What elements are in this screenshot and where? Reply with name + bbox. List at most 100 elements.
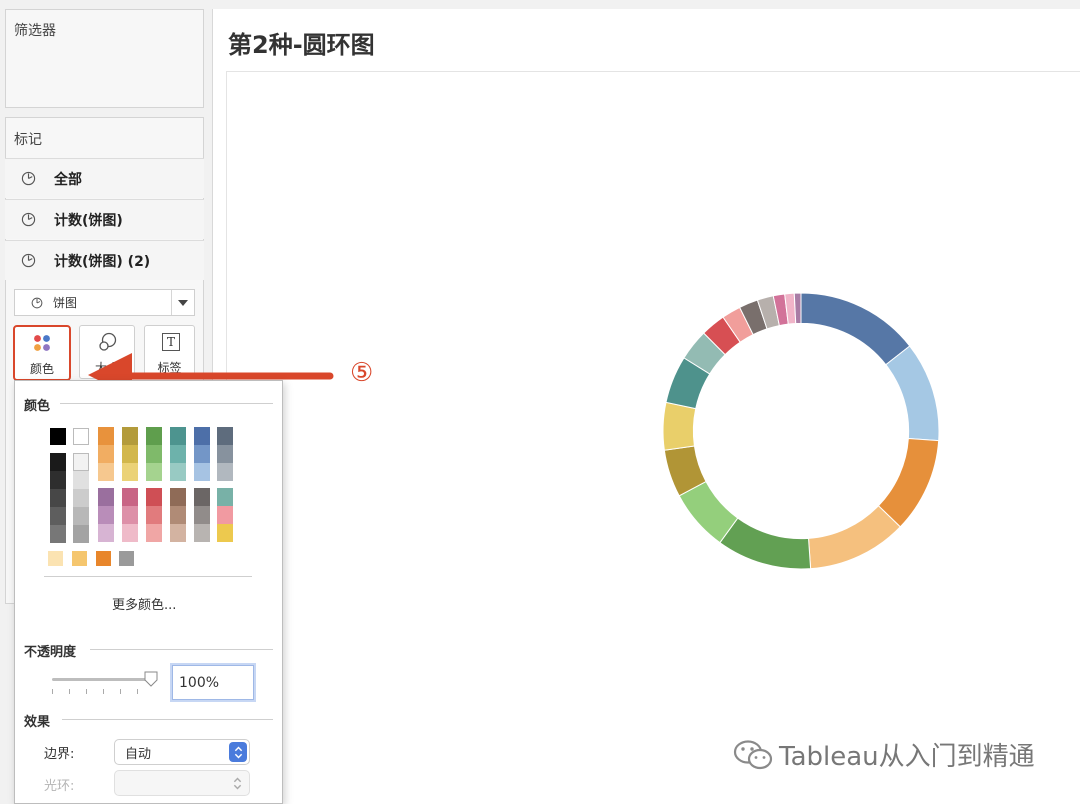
- wechat-logo-icon: [733, 739, 773, 769]
- color-swatch-grey[interactable]: [50, 453, 66, 471]
- step-number: ⑤: [350, 358, 374, 388]
- color-swatch[interactable]: [194, 524, 210, 542]
- divider: [90, 649, 273, 650]
- color-swatch[interactable]: [194, 427, 210, 445]
- color-swatch[interactable]: [194, 506, 210, 524]
- mark-type-dropdown[interactable]: 饼图: [14, 289, 195, 316]
- color-swatch[interactable]: [48, 551, 63, 566]
- color-swatch[interactable]: [98, 463, 114, 481]
- more-colors-button[interactable]: 更多颜色...: [112, 594, 176, 613]
- filters-shelf[interactable]: 筛选器: [5, 9, 204, 108]
- color-swatch[interactable]: [98, 488, 114, 506]
- select-stepper-icon: [229, 742, 247, 762]
- border-select[interactable]: 自动: [114, 739, 250, 765]
- color-swatch[interactable]: [122, 488, 138, 506]
- donut-slice-5[interactable]: [719, 517, 812, 570]
- donut-chart: [662, 292, 940, 570]
- color-swatch[interactable]: [194, 463, 210, 481]
- chart-area: [226, 71, 1080, 804]
- donut-slice-4[interactable]: [807, 505, 901, 570]
- color-swatch[interactable]: [170, 445, 186, 463]
- color-swatch-white[interactable]: [73, 428, 89, 445]
- color-section-label: 颜色: [24, 395, 57, 414]
- divider: [62, 719, 273, 720]
- color-swatch[interactable]: [146, 524, 162, 542]
- color-swatch-grey[interactable]: [50, 525, 66, 543]
- color-dots-icon: [34, 335, 50, 351]
- color-swatch-grey[interactable]: [73, 507, 89, 525]
- donut-slice-17[interactable]: [793, 292, 802, 325]
- color-swatch-grey[interactable]: [50, 489, 66, 507]
- marks-row-count-pie[interactable]: 计数(饼图): [5, 199, 204, 239]
- border-select-value: 自动: [125, 746, 152, 762]
- color-swatch[interactable]: [170, 427, 186, 445]
- effects-section-label: 效果: [24, 711, 57, 730]
- color-swatch[interactable]: [122, 427, 138, 445]
- color-swatch[interactable]: [170, 463, 186, 481]
- halo-select: [114, 770, 250, 796]
- chevron-down-icon[interactable]: [171, 290, 194, 315]
- color-swatch[interactable]: [217, 488, 233, 506]
- donut-slice-3[interactable]: [877, 437, 940, 528]
- opacity-slider[interactable]: [52, 670, 160, 696]
- color-swatch-grey[interactable]: [73, 489, 89, 507]
- color-swatch[interactable]: [217, 427, 233, 445]
- color-swatch[interactable]: [72, 551, 87, 566]
- color-swatch[interactable]: [122, 445, 138, 463]
- opacity-input[interactable]: 100%: [172, 665, 254, 700]
- color-swatch[interactable]: [98, 445, 114, 463]
- border-label: 边界:: [44, 747, 75, 762]
- watermark: Tableau从入门到精通: [733, 736, 1035, 773]
- color-swatch[interactable]: [217, 524, 233, 542]
- color-swatch-black[interactable]: [50, 428, 66, 445]
- pie-clock-icon: [21, 171, 36, 186]
- donut-slice-2[interactable]: [885, 345, 940, 442]
- marks-row-all[interactable]: 全部: [5, 158, 204, 198]
- color-swatch[interactable]: [119, 551, 134, 566]
- marks-row-label: 全部: [54, 171, 82, 188]
- color-swatch[interactable]: [98, 427, 114, 445]
- color-card-label: 颜色: [29, 362, 54, 376]
- divider: [60, 403, 273, 404]
- halo-label: 光环:: [44, 779, 75, 794]
- watermark-text: Tableau从入门到精通: [779, 742, 1035, 772]
- color-swatch[interactable]: [122, 524, 138, 542]
- color-swatch[interactable]: [122, 463, 138, 481]
- donut-slice-8[interactable]: [662, 401, 697, 451]
- marks-title: 标记: [14, 132, 42, 148]
- color-swatch[interactable]: [194, 445, 210, 463]
- slider-thumb[interactable]: [144, 671, 158, 687]
- color-swatch-grey[interactable]: [73, 471, 89, 489]
- color-swatch[interactable]: [217, 506, 233, 524]
- color-swatch[interactable]: [146, 463, 162, 481]
- color-swatch[interactable]: [98, 506, 114, 524]
- color-swatch[interactable]: [146, 427, 162, 445]
- select-stepper-icon: [233, 777, 242, 790]
- donut-slice-1[interactable]: [800, 292, 911, 366]
- pie-clock-icon: [21, 253, 36, 268]
- color-swatch[interactable]: [146, 445, 162, 463]
- color-swatch[interactable]: [122, 506, 138, 524]
- color-swatch-grey[interactable]: [73, 525, 89, 543]
- color-swatch[interactable]: [217, 445, 233, 463]
- color-swatch[interactable]: [170, 488, 186, 506]
- color-swatch[interactable]: [96, 551, 111, 566]
- marks-row-label: 计数(饼图) (2): [54, 253, 151, 270]
- color-swatch-grey[interactable]: [50, 471, 66, 489]
- color-card[interactable]: 颜色: [13, 325, 71, 381]
- color-swatch[interactable]: [170, 524, 186, 542]
- opacity-section-label: 不透明度: [24, 641, 83, 660]
- color-swatch[interactable]: [146, 488, 162, 506]
- color-swatch[interactable]: [217, 463, 233, 481]
- color-swatch-grey[interactable]: [73, 453, 89, 471]
- color-swatch[interactable]: [146, 506, 162, 524]
- marks-row-count-pie-2[interactable]: 计数(饼图) (2): [5, 240, 204, 280]
- pie-clock-icon: [21, 212, 36, 227]
- filters-title: 筛选器: [14, 23, 56, 39]
- color-swatch-grey[interactable]: [50, 507, 66, 525]
- color-swatch[interactable]: [170, 506, 186, 524]
- divider: [44, 576, 252, 577]
- color-swatch[interactable]: [194, 488, 210, 506]
- color-swatch[interactable]: [98, 524, 114, 542]
- marks-row-label: 计数(饼图): [54, 212, 123, 229]
